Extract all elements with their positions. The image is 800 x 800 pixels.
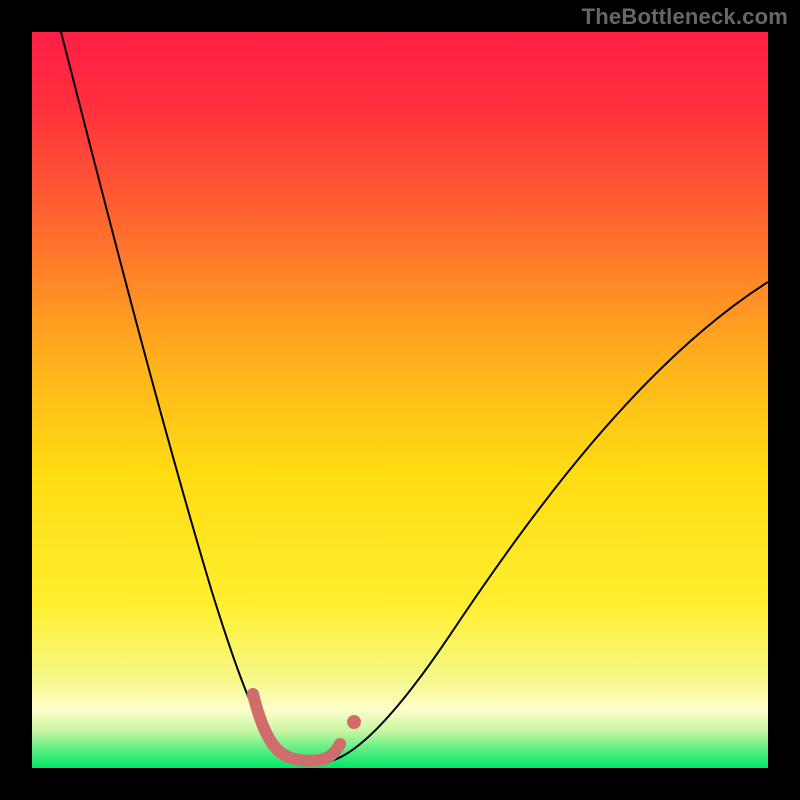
recommended-region-dot: [347, 715, 361, 729]
watermark-text: TheBottleneck.com: [582, 4, 788, 30]
chart-frame: TheBottleneck.com: [0, 0, 800, 800]
chart-svg: [32, 32, 768, 768]
plot-area: [32, 32, 768, 768]
gradient-background: [32, 32, 768, 768]
